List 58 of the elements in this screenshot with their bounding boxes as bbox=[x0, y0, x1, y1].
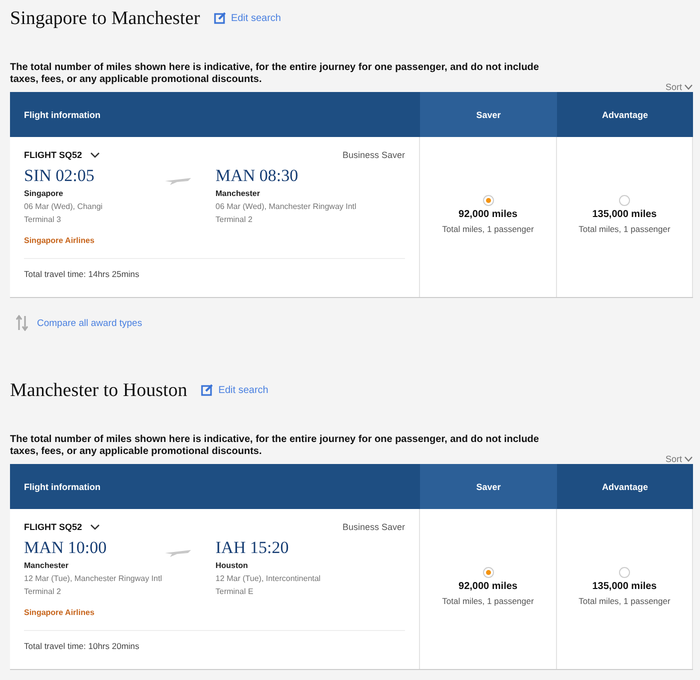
city-name: Singapore bbox=[24, 189, 64, 198]
airline-name: Singapore Airlines bbox=[24, 608, 405, 631]
edit-icon bbox=[214, 12, 226, 24]
miles-amount: 135,000 miles bbox=[592, 580, 657, 592]
city-name: Manchester bbox=[24, 561, 70, 570]
section-title: Singapore to Manchester bbox=[10, 8, 200, 30]
column-header: Saver bbox=[420, 92, 557, 137]
airline-name: Singapore Airlines bbox=[24, 236, 405, 259]
column-header: Flight information bbox=[10, 92, 420, 137]
flight-number-toggle[interactable]: FLIGHT SQ52 bbox=[24, 150, 100, 160]
disclaimer-text: The total number of miles shown here is indicative, for the entire journey for one passenger, and do not include taxes, fees, or any applicable promotional discounts. bbox=[10, 434, 540, 458]
column-header: Advantage bbox=[557, 92, 693, 137]
travel-time: Total travel time: 14hrs 25mins bbox=[24, 269, 140, 279]
date-airport: 06 Mar (Wed), Manchester Ringway Intl bbox=[216, 202, 358, 211]
swap-arrows-icon bbox=[16, 315, 28, 331]
section-title: Manchester to Houston bbox=[10, 380, 188, 402]
date-airport: 12 Mar (Tue), Manchester Ringway Intl bbox=[24, 574, 163, 583]
edit-search-link[interactable]: Edit search bbox=[214, 12, 281, 24]
chevron-down-icon bbox=[684, 456, 693, 462]
date-airport: 12 Mar (Tue), Intercontinental bbox=[216, 574, 322, 583]
travel-time: Total travel time: 10hrs 20mins bbox=[24, 641, 140, 651]
miles-amount: 92,000 miles bbox=[458, 580, 518, 592]
chevron-down-icon bbox=[684, 84, 693, 90]
miles-amount: 92,000 miles bbox=[458, 208, 518, 220]
flight-number-toggle[interactable]: FLIGHT SQ52 bbox=[24, 522, 100, 532]
sort-button[interactable]: Sort bbox=[665, 454, 693, 464]
radio-button[interactable] bbox=[482, 566, 494, 578]
compare-link[interactable]: Compare all award types bbox=[16, 315, 142, 331]
miles-amount: 135,000 miles bbox=[592, 208, 657, 220]
airport-time: SIN 02:05 bbox=[24, 166, 96, 186]
city-name: Manchester bbox=[216, 189, 261, 198]
terminal: Terminal 2 bbox=[24, 587, 62, 596]
column-header: Saver bbox=[420, 464, 557, 509]
miles-note: Total miles, 1 passenger bbox=[578, 596, 670, 606]
cabin-class: Business Saver bbox=[342, 522, 405, 532]
edit-search-link[interactable]: Edit search bbox=[201, 384, 268, 396]
terminal: Terminal 2 bbox=[216, 215, 254, 224]
sort-button[interactable]: Sort bbox=[665, 82, 693, 92]
radio-button[interactable] bbox=[619, 566, 630, 578]
edit-icon bbox=[201, 384, 214, 396]
date-airport: 06 Mar (Wed), Changi bbox=[24, 202, 104, 211]
airport-time: MAN 10:00 bbox=[24, 538, 108, 558]
miles-note: Total miles, 1 passenger bbox=[578, 224, 670, 234]
miles-note: Total miles, 1 passenger bbox=[442, 224, 534, 234]
city-name: Houston bbox=[216, 561, 249, 570]
cabin-class: Business Saver bbox=[342, 150, 405, 160]
chevron-down-icon bbox=[90, 152, 100, 158]
column-header: Advantage bbox=[557, 464, 693, 509]
airport-time: MAN 08:30 bbox=[216, 166, 300, 186]
airport-time: IAH 15:20 bbox=[216, 538, 290, 558]
radio-button[interactable] bbox=[619, 194, 630, 206]
miles-note: Total miles, 1 passenger bbox=[442, 596, 534, 606]
terminal: Terminal E bbox=[216, 587, 254, 596]
radio-button[interactable] bbox=[482, 194, 494, 206]
column-header: Flight information bbox=[10, 464, 420, 509]
terminal: Terminal 3 bbox=[24, 215, 62, 224]
chevron-down-icon bbox=[90, 524, 100, 530]
disclaimer-text: The total number of miles shown here is indicative, for the entire journey for one passenger, and do not include taxes, fees, or any applicable promotional discounts. bbox=[10, 62, 540, 86]
